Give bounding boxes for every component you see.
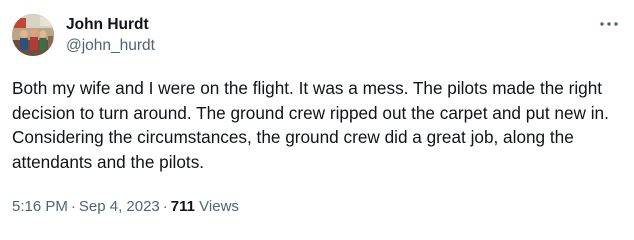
author-handle[interactable]: @john_hurdt	[66, 36, 155, 56]
tweet-time[interactable]: 5:16 PM	[12, 198, 68, 215]
tweet-card: John Hurdt @john_hurdt Both my wife and …	[0, 0, 634, 240]
views-count: 711	[170, 198, 195, 215]
meta-separator: ·	[70, 198, 76, 215]
tweet-meta: 5:16 PM · Sep 4, 2023 · 711 Views	[12, 197, 239, 217]
views-label: Views	[199, 198, 239, 215]
tweet-text: Both my wife and I were on the flight. I…	[12, 78, 609, 172]
author-display-name[interactable]: John Hurdt	[66, 15, 155, 35]
more-horizontal-icon	[600, 22, 618, 26]
avatar-image	[12, 14, 54, 56]
avatar[interactable]	[12, 14, 54, 56]
meta-separator: ·	[162, 198, 168, 215]
author-info: John Hurdt @john_hurdt	[66, 15, 155, 56]
tweet-date[interactable]: Sep 4, 2023	[79, 198, 160, 215]
more-options-button[interactable]	[598, 16, 620, 32]
